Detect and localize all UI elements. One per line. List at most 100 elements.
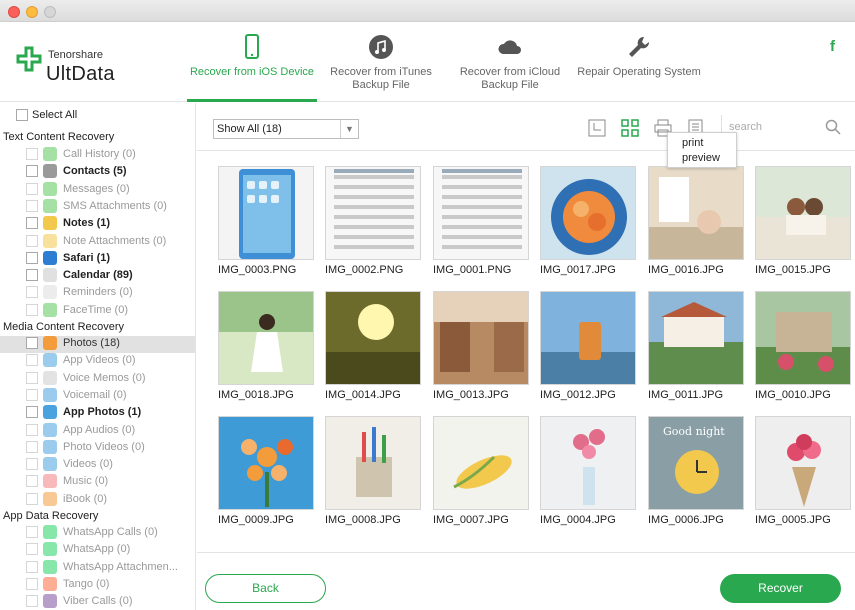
photo-thumbnail[interactable] (755, 416, 851, 510)
checkbox[interactable] (26, 217, 38, 230)
checkbox[interactable] (26, 234, 38, 247)
checkbox[interactable] (16, 109, 28, 122)
checkbox[interactable] (26, 337, 38, 349)
back-button[interactable]: Back (205, 574, 326, 603)
photo-thumbnail[interactable] (648, 291, 744, 385)
checkbox[interactable] (26, 543, 38, 556)
checkbox[interactable] (26, 148, 38, 160)
sidebar-item[interactable]: Tango (0) (26, 576, 194, 594)
photo-filename: IMG_0001.PNG (433, 264, 512, 276)
sidebar-item-label: App Videos (0) (63, 354, 136, 367)
sidebar-item[interactable]: Photo Videos (0) (26, 439, 194, 457)
photo-thumbnail[interactable] (540, 416, 636, 510)
close-window-button[interactable] (8, 6, 20, 18)
photo-thumbnail[interactable] (325, 416, 421, 510)
checkbox[interactable] (26, 165, 38, 178)
sidebar-item[interactable]: Videos (0) (26, 457, 194, 474)
facebook-icon[interactable]: f (830, 38, 835, 55)
checkbox[interactable] (26, 371, 38, 384)
category-icon (43, 387, 57, 402)
checkbox[interactable] (26, 577, 38, 590)
sidebar-item[interactable]: Photos (18) (0, 336, 195, 353)
sidebar-item[interactable]: Notes (1) (26, 216, 194, 233)
sidebar-item[interactable]: WhatsApp Calls (0) (26, 525, 194, 542)
sidebar-item-label: Music (0) (63, 475, 109, 488)
checkbox[interactable] (26, 423, 38, 436)
photo-thumbnail[interactable] (648, 166, 744, 260)
sidebar-item-label: Reminders (0) (63, 286, 133, 299)
checkbox[interactable] (26, 560, 38, 573)
grid-view-icon[interactable] (621, 119, 639, 137)
checkbox[interactable] (26, 595, 38, 608)
sidebar-item[interactable]: iBook (0) (26, 491, 194, 509)
sidebar-item[interactable]: WhatsApp Attachmen... (26, 559, 194, 577)
checkbox[interactable] (26, 303, 38, 316)
sidebar-item[interactable]: Reminders (0) (26, 285, 194, 302)
tab-recover-itunes[interactable]: Recover from iTunes Backup File (316, 22, 446, 102)
photo-thumbnail[interactable] (218, 166, 314, 260)
photo-thumbnail[interactable] (540, 166, 636, 260)
category-icon (43, 216, 57, 231)
photo-thumbnail[interactable] (755, 291, 851, 385)
sidebar-item[interactable]: Messages (0) (26, 181, 194, 199)
sidebar-item[interactable]: App Photos (1) (26, 405, 194, 422)
checkbox[interactable] (26, 475, 38, 488)
content-toolbar: Show All (18) ▼ search (197, 103, 855, 151)
section-media-content: Media Content Recovery (3, 321, 125, 333)
checkbox[interactable] (26, 388, 38, 401)
checkbox[interactable] (26, 406, 38, 419)
checkbox[interactable] (26, 199, 38, 212)
photo-thumbnail[interactable] (433, 416, 529, 510)
clock-view-icon[interactable] (588, 119, 606, 137)
photo-thumbnail[interactable] (218, 291, 314, 385)
photo-thumbnail[interactable] (433, 291, 529, 385)
sidebar-item[interactable]: FaceTime (0) (26, 302, 194, 320)
sidebar-item[interactable]: Safari (1) (26, 250, 194, 268)
photo-thumbnail[interactable] (540, 291, 636, 385)
sidebar-item[interactable]: Voicemail (0) (26, 387, 194, 405)
tab-repair-os[interactable]: Repair Operating System (574, 22, 704, 102)
checkbox[interactable] (26, 182, 38, 195)
filter-dropdown[interactable]: Show All (18) ▼ (213, 119, 359, 139)
checkbox[interactable] (26, 269, 38, 282)
category-icon (43, 336, 57, 350)
tab-recover-icloud[interactable]: Recover from iCloud Backup File (445, 22, 575, 102)
sidebar-item[interactable]: Calendar (89) (26, 268, 194, 285)
photo-filename: IMG_0007.JPG (433, 514, 509, 526)
minimize-window-button[interactable] (26, 6, 38, 18)
sidebar-item[interactable]: Music (0) (26, 474, 194, 491)
checkbox[interactable] (26, 458, 38, 471)
category-icon (43, 181, 57, 196)
tab-label: Recover from iCloud Backup File (459, 66, 561, 91)
tab-recover-ios[interactable]: Recover from iOS Device (187, 22, 317, 102)
sidebar-item-label: Contacts (5) (63, 165, 127, 178)
checkbox[interactable] (26, 251, 38, 264)
photo-thumbnail[interactable] (755, 166, 851, 260)
search-icon[interactable] (825, 119, 841, 135)
select-all-checkbox[interactable]: Select All (12, 109, 77, 122)
checkbox[interactable] (26, 354, 38, 367)
checkbox[interactable] (26, 286, 38, 299)
sidebar-item[interactable]: Call History (0) (26, 147, 194, 164)
photo-thumbnail[interactable] (433, 166, 529, 260)
tooltip-line: print (682, 137, 704, 149)
photo-thumbnail[interactable] (325, 291, 421, 385)
ultdata-logo-icon (16, 46, 42, 72)
sidebar-item[interactable]: Viber Calls (0) (26, 594, 194, 610)
checkbox[interactable] (26, 526, 38, 538)
sidebar-item[interactable]: WhatsApp (0) (26, 542, 194, 559)
photo-thumbnail[interactable] (218, 416, 314, 510)
sidebar-item-label: SMS Attachments (0) (63, 199, 167, 212)
sidebar-item[interactable]: Voice Memos (0) (26, 370, 194, 388)
sidebar-item[interactable]: App Videos (0) (26, 353, 194, 370)
checkbox[interactable] (26, 492, 38, 505)
photo-thumbnail[interactable]: Good night (648, 416, 744, 510)
zoom-window-button[interactable] (44, 6, 56, 18)
photo-thumbnail[interactable] (325, 166, 421, 260)
sidebar-item[interactable]: App Audios (0) (26, 422, 194, 440)
recover-button[interactable]: Recover (720, 574, 841, 603)
sidebar-item[interactable]: Contacts (5) (26, 164, 194, 181)
sidebar-item[interactable]: SMS Attachments (0) (26, 198, 194, 216)
sidebar-item[interactable]: Note Attachments (0) (26, 233, 194, 251)
checkbox[interactable] (26, 440, 38, 453)
